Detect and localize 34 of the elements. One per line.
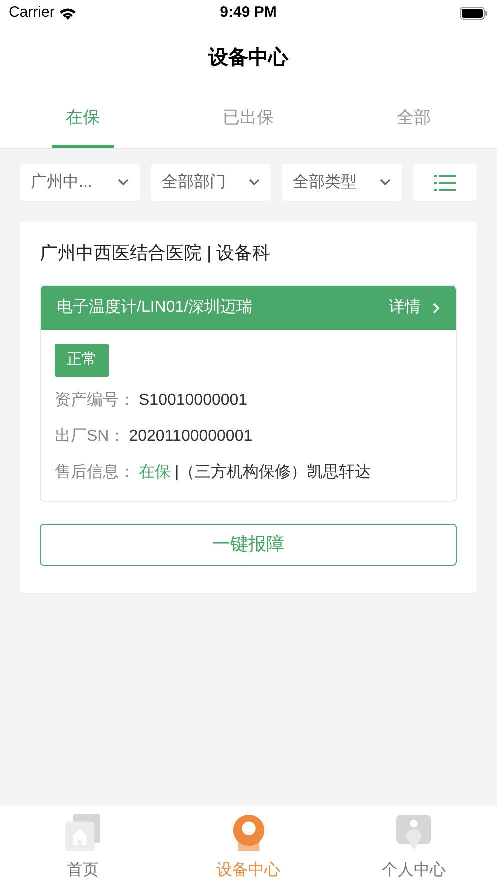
field-value: 20201100000001 — [129, 426, 253, 446]
carrier-text: Carrier — [9, 2, 55, 23]
tab[interactable]: 在保 — [52, 90, 114, 148]
list-view-button[interactable] — [413, 164, 477, 201]
field-value: S10010000001 — [139, 390, 248, 410]
wifi-icon — [58, 6, 77, 20]
filter-dropdown[interactable]: 广州中... — [20, 164, 140, 201]
filter-dropdown[interactable]: 全部部门 — [151, 164, 271, 201]
nav-tab[interactable]: 首页 — [0, 806, 166, 883]
device-name: 电子温度计/LIN01/深圳迈瑞 — [57, 298, 253, 318]
after-sales-info: |（三方机构保修）凯思轩达 — [175, 462, 372, 482]
warranty-status: 在保 — [139, 462, 171, 482]
details-link[interactable]: 详情 — [389, 296, 440, 320]
battery-icon — [460, 6, 488, 20]
time-text: 9:49 PM — [220, 2, 277, 23]
tab[interactable]: 全部 — [383, 90, 446, 148]
chevron-down-icon — [118, 179, 129, 186]
page-title: 设备中心 — [208, 46, 288, 71]
field-label: 售后信息： — [55, 462, 135, 482]
chevron-down-icon — [380, 179, 391, 186]
list-icon — [434, 174, 456, 190]
hospital-name: 广州中西医结合医院 | 设备科 — [40, 242, 272, 265]
chevron-down-icon — [249, 179, 260, 186]
field-label: 出厂SN： — [55, 426, 126, 446]
chevron-right-icon — [433, 302, 440, 314]
report-fault-button[interactable]: 一键报障 — [40, 524, 457, 566]
location-pin-icon — [230, 814, 266, 853]
nav-tab[interactable]: 设备中心 — [166, 806, 332, 883]
field-label: 资产编号： — [55, 390, 135, 410]
home-icon — [62, 814, 103, 853]
status-badge: 正常 — [55, 344, 109, 376]
filter-dropdown[interactable]: 全部类型 — [282, 164, 402, 201]
nav-tab[interactable]: 个人中心 — [331, 806, 497, 883]
tab[interactable]: 已出保 — [209, 90, 288, 148]
